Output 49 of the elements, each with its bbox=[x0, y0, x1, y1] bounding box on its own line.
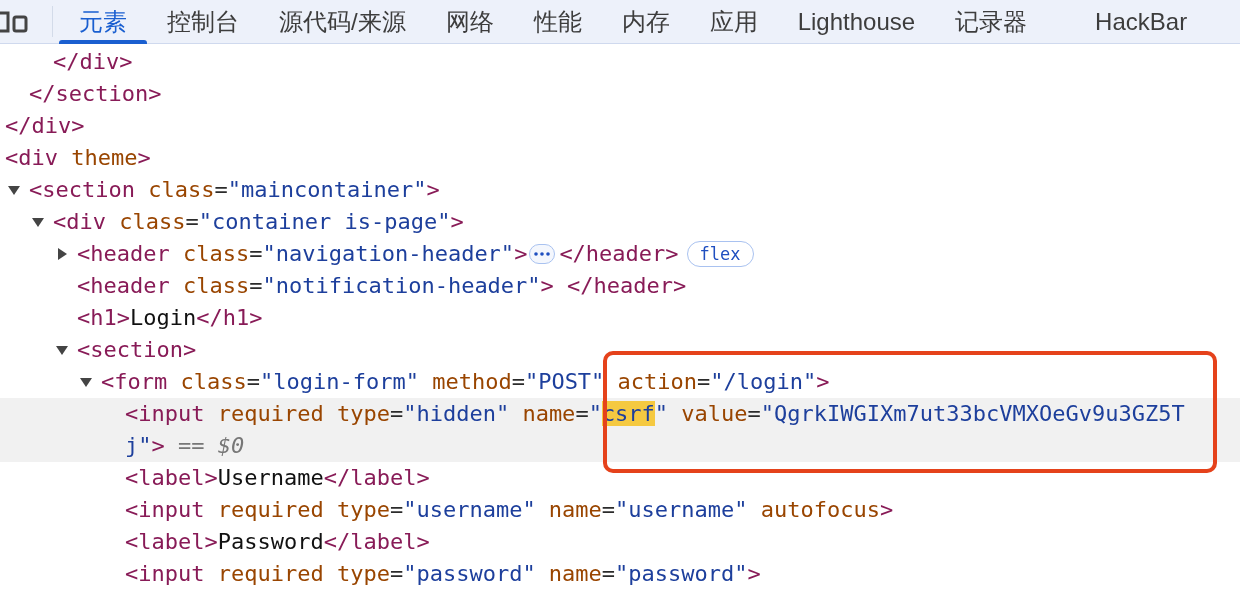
tree-row[interactable]: <input required type="password" name="password"> bbox=[0, 558, 1240, 590]
flex-badge[interactable]: flex bbox=[686, 241, 754, 267]
panel-tab[interactable]: 记录器 bbox=[935, 0, 1048, 43]
tree-row[interactable]: <div theme> bbox=[0, 142, 1240, 174]
tree-row[interactable]: <label>Password</label> bbox=[0, 526, 1240, 558]
panel-tab[interactable]: HackBar bbox=[1075, 0, 1208, 43]
tree-row[interactable]: <h1>Login</h1> bbox=[0, 302, 1240, 334]
code-text: <header class="notification-header"> </header> bbox=[77, 272, 687, 300]
panel-tab[interactable]: 控制台 bbox=[147, 0, 259, 43]
tree-row[interactable]: <div class="container is-page"> bbox=[0, 206, 1240, 238]
code-text: <h1>Login</h1> bbox=[77, 304, 263, 332]
tree-row[interactable]: <header class="notification-header"> </header> bbox=[0, 270, 1240, 302]
code-text: <header class="navigation-header"> bbox=[77, 240, 528, 268]
panel-tab[interactable]: 内存 bbox=[601, 0, 690, 43]
code-text: <form class="login-form" method="POST" action="/login"> bbox=[101, 368, 830, 396]
expand-button[interactable] bbox=[529, 244, 556, 264]
more-icon bbox=[534, 252, 551, 256]
panel-tab[interactable]: Lighthouse bbox=[777, 0, 936, 43]
code-text: <section class="maincontainer"> bbox=[29, 176, 440, 204]
tree-row[interactable]: <section> bbox=[0, 334, 1240, 366]
tree-row[interactable]: </section> bbox=[0, 78, 1240, 110]
code-text: </header> bbox=[559, 240, 679, 268]
code-text: <label>Username</label> bbox=[125, 464, 430, 492]
expanded-triangle-icon[interactable] bbox=[31, 215, 45, 229]
tree-row[interactable]: <input required type="username" name="username" autofocus> bbox=[0, 494, 1240, 526]
tree-row[interactable]: <header class="navigation-header"> </header> flex bbox=[0, 238, 1240, 270]
panel-tab[interactable]: 元素 bbox=[59, 0, 147, 43]
code-text: </section> bbox=[29, 80, 162, 108]
expanded-triangle-icon[interactable] bbox=[79, 375, 93, 389]
code-text: <section> bbox=[77, 336, 197, 364]
tree-row[interactable]: </div> bbox=[0, 110, 1240, 142]
panel-tab[interactable]: 应用 bbox=[689, 0, 778, 43]
panel-tab[interactable]: 源代码/来源 bbox=[259, 0, 426, 43]
panel-tab[interactable]: 性能 bbox=[513, 0, 602, 43]
code-text: <label>Password</label> bbox=[125, 528, 430, 556]
expanded-triangle-icon[interactable] bbox=[7, 183, 21, 197]
tree-row[interactable]: <label>Username</label> bbox=[0, 462, 1240, 494]
code-text: </div> bbox=[5, 112, 85, 140]
expanded-triangle-icon[interactable] bbox=[55, 343, 69, 357]
code-text: </div> bbox=[53, 48, 133, 76]
code-text: <div class="container is-page"> bbox=[53, 208, 464, 236]
code-text: <div theme> bbox=[5, 144, 151, 172]
code-text: <input required type="username" name="username" autofocus> bbox=[125, 496, 894, 524]
tree-row[interactable]: <section class="maincontainer"> bbox=[0, 174, 1240, 206]
panel-tab[interactable]: 网络 bbox=[425, 0, 514, 43]
collapsed-triangle-icon[interactable] bbox=[55, 247, 69, 261]
tree-row[interactable]: </div> bbox=[0, 46, 1240, 78]
code-text: <input required type="password" name="password"> bbox=[125, 560, 761, 588]
tree-row[interactable]: <form class="login-form" method="POST" action="/login"> bbox=[0, 366, 1240, 398]
